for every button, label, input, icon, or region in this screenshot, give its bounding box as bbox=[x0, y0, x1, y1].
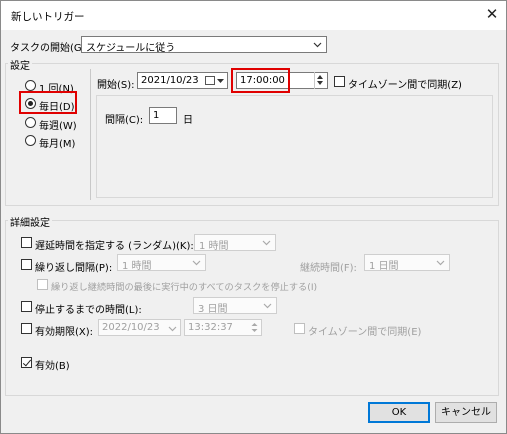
expire-time-value: 13:32:37 bbox=[188, 322, 233, 333]
start-date-value: 2021/10/23 bbox=[141, 75, 199, 86]
spinner-icon bbox=[251, 323, 258, 332]
chevron-down-icon bbox=[192, 260, 201, 266]
stop-all-checkbox[interactable] bbox=[37, 279, 48, 290]
daily-highlight-box bbox=[19, 91, 77, 114]
start-label: 開始(S): bbox=[97, 80, 135, 91]
enabled-label: 有効(B) bbox=[35, 361, 70, 372]
stop-after-value: 3 日間 bbox=[198, 304, 228, 314]
expire-date-field[interactable]: 2022/10/23 bbox=[98, 319, 181, 336]
settings-group-label: 設定 bbox=[8, 57, 32, 72]
sync-timezone-checkbox[interactable] bbox=[334, 76, 345, 87]
delay-select[interactable]: 1 時間 bbox=[194, 234, 276, 251]
enabled-checkbox[interactable] bbox=[21, 357, 32, 368]
chevron-down-icon bbox=[168, 326, 177, 332]
new-trigger-dialog: 新しいトリガー ✕ タスクの開始(G): スケジュールに従う 設定 1 回(N)… bbox=[0, 0, 507, 434]
settings-divider bbox=[90, 69, 91, 200]
window-title: 新しいトリガー bbox=[11, 11, 85, 23]
spin-up-icon[interactable] bbox=[317, 75, 323, 79]
monthly-radio-label: 毎月(M) bbox=[39, 139, 76, 150]
time-spinner[interactable] bbox=[314, 72, 326, 89]
stop-all-label: 繰り返し継続時間の最後に実行中のすべてのタスクを停止する(I) bbox=[51, 282, 318, 293]
duration-label: 継続時間(F): bbox=[300, 263, 357, 274]
interval-unit-label: 日 bbox=[183, 115, 193, 126]
delay-value: 1 時間 bbox=[199, 241, 229, 251]
expire-sync-label: タイムゾーン間で同期(E) bbox=[308, 327, 422, 338]
task-start-select[interactable]: スケジュールに従う bbox=[81, 36, 327, 53]
repeat-checkbox[interactable] bbox=[21, 259, 32, 270]
stop-after-select[interactable]: 3 日間 bbox=[193, 297, 277, 314]
monthly-radio[interactable] bbox=[25, 135, 36, 146]
calendar-icon[interactable] bbox=[205, 76, 215, 85]
task-start-label: タスクの開始(G): bbox=[10, 43, 89, 54]
interval-field[interactable]: 1 bbox=[149, 107, 177, 124]
stop-after-label: 停止するまでの時間(L): bbox=[35, 305, 142, 316]
date-dropdown-chevron-icon[interactable] bbox=[216, 76, 225, 85]
ok-button[interactable]: OK bbox=[368, 402, 430, 423]
chevron-down-icon bbox=[313, 42, 322, 48]
cancel-button[interactable]: キャンセル bbox=[435, 402, 497, 423]
weekly-radio-label: 毎週(W) bbox=[39, 121, 77, 132]
repeat-value: 1 時間 bbox=[122, 261, 152, 271]
sync-timezone-label: タイムゾーン間で同期(Z) bbox=[348, 80, 462, 91]
chevron-down-icon bbox=[263, 303, 272, 309]
expire-checkbox[interactable] bbox=[21, 323, 32, 334]
expire-label: 有効期限(X): bbox=[35, 327, 94, 338]
advanced-group-label: 詳細設定 bbox=[8, 214, 52, 229]
delay-label: 遅延時間を指定する (ランダム)(K): bbox=[35, 241, 194, 252]
weekly-radio[interactable] bbox=[25, 117, 36, 128]
task-start-value: スケジュールに従う bbox=[86, 43, 176, 53]
repeat-label: 繰り返し間隔(P): bbox=[35, 263, 113, 274]
interval-label: 間隔(C): bbox=[105, 115, 144, 126]
close-icon[interactable]: ✕ bbox=[483, 5, 501, 23]
delay-checkbox[interactable] bbox=[21, 237, 32, 248]
duration-select[interactable]: 1 日間 bbox=[364, 254, 450, 271]
stop-after-checkbox[interactable] bbox=[21, 301, 32, 312]
repeat-select[interactable]: 1 時間 bbox=[117, 254, 206, 271]
duration-value: 1 日間 bbox=[369, 261, 399, 271]
once-radio[interactable] bbox=[25, 80, 36, 91]
interval-value: 1 bbox=[153, 110, 160, 121]
expire-sync-checkbox[interactable] bbox=[294, 323, 305, 334]
chevron-down-icon bbox=[436, 260, 445, 266]
start-time-highlight-box bbox=[231, 68, 290, 93]
title-bar: 新しいトリガー ✕ bbox=[1, 1, 506, 30]
spin-down-icon[interactable] bbox=[317, 81, 323, 85]
expire-date-value: 2022/10/23 bbox=[102, 322, 160, 333]
chevron-down-icon bbox=[262, 240, 271, 246]
expire-time-field[interactable]: 13:32:37 bbox=[184, 319, 262, 336]
